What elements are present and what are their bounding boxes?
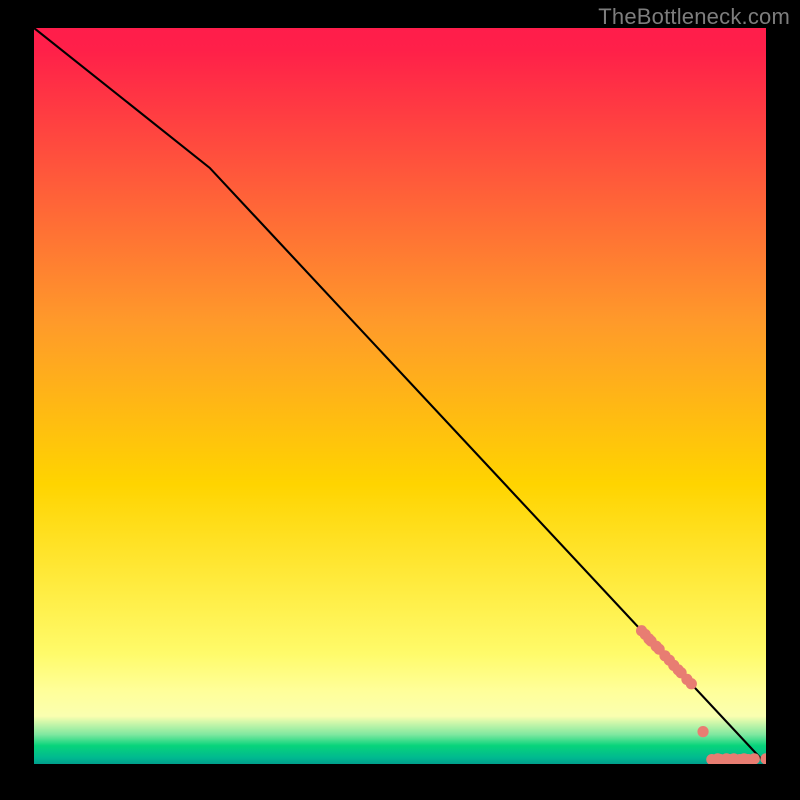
data-point — [697, 726, 708, 737]
attribution-label: TheBottleneck.com — [598, 4, 790, 30]
chart-svg — [34, 28, 766, 764]
data-point — [749, 753, 760, 764]
plot-area — [34, 28, 766, 764]
chart-root: { "attribution": "TheBottleneck.com", "c… — [0, 0, 800, 800]
data-point — [686, 678, 697, 689]
